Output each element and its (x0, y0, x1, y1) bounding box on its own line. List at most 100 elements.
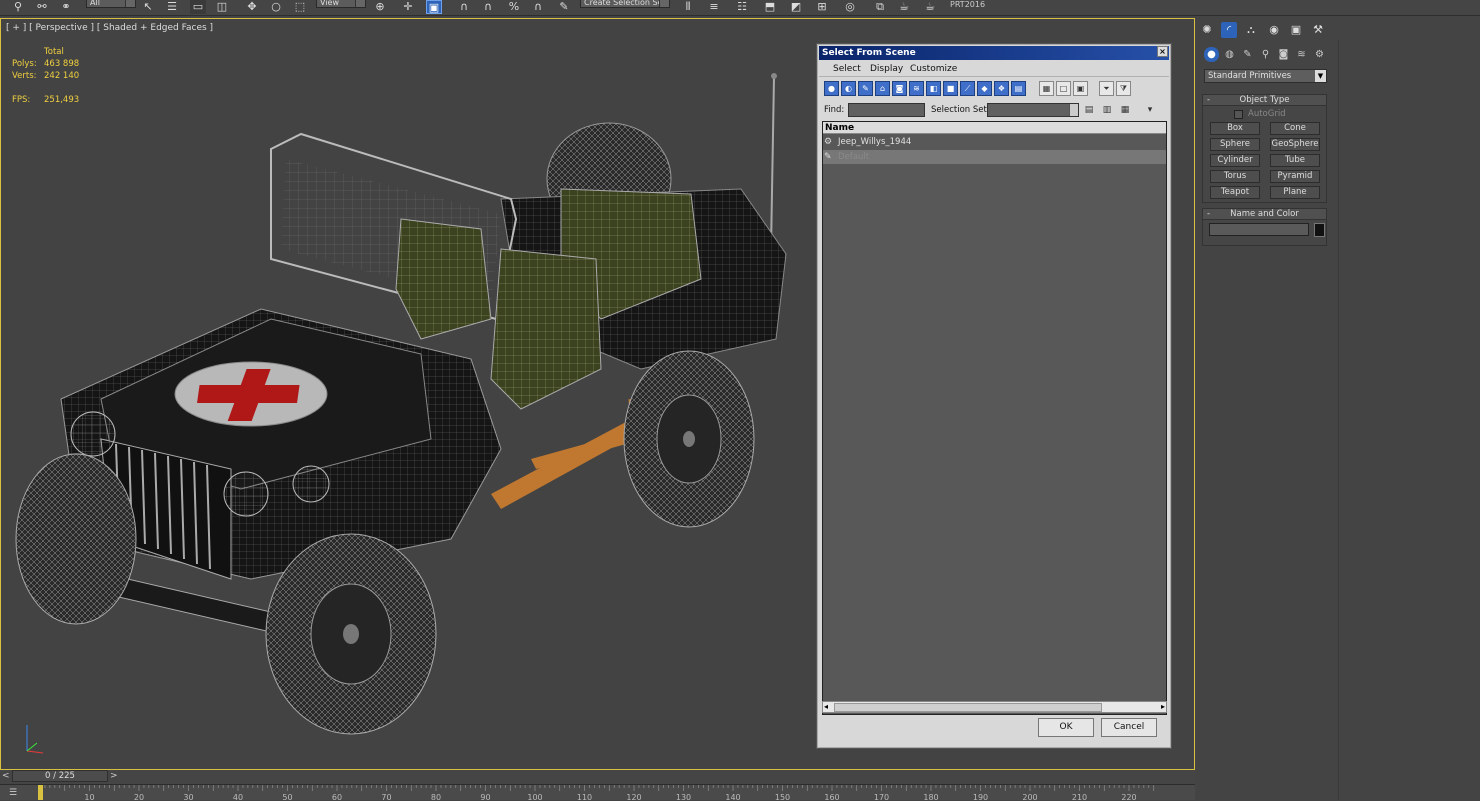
autogrid-checkbox[interactable] (1234, 110, 1243, 119)
bind-spacewarp-icon[interactable]: ⚭ (58, 0, 74, 14)
utilities-tab-icon[interactable]: ⚒ (1310, 22, 1326, 38)
select-invert-icon[interactable]: ▣ (1073, 81, 1088, 96)
filter-cameras-icon[interactable]: ⌂ (875, 81, 890, 96)
object-color-swatch[interactable] (1314, 223, 1325, 237)
remove-from-set-icon[interactable]: ▦ (1118, 103, 1132, 117)
sphere-button[interactable]: Sphere (1210, 138, 1260, 151)
next-frame-button[interactable]: > (110, 770, 120, 782)
primitives-dropdown[interactable]: Standard Primitives (1204, 69, 1327, 83)
curve-editor-icon[interactable]: ◩ (788, 0, 804, 14)
scroll-right-icon[interactable]: ▸ (1161, 702, 1165, 711)
pivot-center-icon[interactable]: ⊕ (372, 0, 388, 14)
add-to-set-icon[interactable]: ▥ (1100, 103, 1114, 117)
filter-spacewarps-icon[interactable]: ≋ (909, 81, 924, 96)
list-item[interactable]: ✎ Default (823, 150, 1166, 164)
perspective-viewport[interactable]: [ + ] [ Perspective ] [ Shaded + Edged F… (0, 18, 1195, 770)
filter-options-icon[interactable]: ⧩ (1116, 81, 1131, 96)
edit-named-selection-icon[interactable]: ✎ (556, 0, 572, 14)
name-and-color-header[interactable]: - Name and Color (1203, 209, 1326, 220)
display-tab-icon[interactable]: ▣ (1288, 22, 1304, 38)
render-setup-icon[interactable]: ⧉ (872, 0, 888, 14)
window-crossing-icon[interactable]: ◫ (214, 0, 230, 14)
render-production-icon[interactable]: ☕ (922, 0, 938, 14)
menu-customize[interactable]: Customize (910, 63, 957, 75)
scene-object-list[interactable]: Name ⚙ Jeep_Willys_1944 ✎ Default (822, 121, 1167, 715)
more-options-icon[interactable]: ▾ (1143, 103, 1157, 117)
scroll-thumb[interactable] (834, 703, 1102, 712)
filter-shapes-icon[interactable]: ◐ (841, 81, 856, 96)
filter-bones-icon[interactable]: ⟋ (960, 81, 975, 96)
hierarchy-tab-icon[interactable]: ⛬ (1243, 22, 1259, 38)
cameras-category-icon[interactable]: ⚲ (1258, 47, 1273, 62)
horizontal-scrollbar[interactable]: ◂ ▸ (822, 701, 1167, 713)
filter-groups-icon[interactable]: ◧ (926, 81, 941, 96)
scroll-left-icon[interactable]: ◂ (824, 702, 828, 711)
manipulate-icon[interactable]: ✛ (400, 0, 416, 14)
filter-containers-icon[interactable]: ◆ (977, 81, 992, 96)
layer-manager-icon[interactable]: ☷ (734, 0, 750, 14)
spacewarps-category-icon[interactable]: ≋ (1294, 47, 1309, 62)
create-set-icon[interactable]: ▤ (1082, 103, 1096, 117)
filter-lights-icon[interactable]: ✎ (858, 81, 873, 96)
reference-coordinate-combo[interactable]: View (316, 0, 366, 8)
box-button[interactable]: Box (1210, 122, 1260, 135)
menu-select[interactable]: Select (833, 63, 861, 75)
find-input[interactable] (848, 103, 925, 117)
plugin-label[interactable]: PRT2016 (950, 0, 985, 10)
select-none-icon[interactable]: □ (1056, 81, 1071, 96)
systems-category-icon[interactable]: ⚙ (1312, 47, 1327, 62)
filter-frozen-icon[interactable]: ❖ (994, 81, 1009, 96)
time-slider[interactable]: 0 / 225 (12, 770, 108, 782)
teapot-button[interactable]: Teapot (1210, 186, 1260, 199)
name-column-header[interactable]: Name (823, 122, 1166, 134)
align-icon[interactable]: ≡ (706, 0, 722, 14)
snap-toggle-icon[interactable]: ∩ (456, 0, 472, 14)
cancel-button[interactable]: Cancel (1101, 718, 1157, 737)
cone-button[interactable]: Cone (1270, 122, 1320, 135)
named-selection-combo[interactable]: Create Selection Se (580, 0, 670, 8)
material-editor-icon[interactable]: ◎ (842, 0, 858, 14)
rotate-icon[interactable]: ○ (268, 0, 284, 14)
filter-hidden-icon[interactable]: ▤ (1011, 81, 1026, 96)
move-icon[interactable]: ✥ (244, 0, 260, 14)
filter-geometry-icon[interactable]: ● (824, 81, 839, 96)
spinner-snap-icon[interactable]: ∩ (530, 0, 546, 14)
list-item[interactable]: ⚙ Jeep_Willys_1944 (823, 135, 1166, 149)
filter-funnel-icon[interactable]: ⏷ (1099, 81, 1114, 96)
create-tab-icon[interactable]: ✺ (1199, 22, 1215, 38)
filter-helpers-icon[interactable]: ◙ (892, 81, 907, 96)
torus-button[interactable]: Torus (1210, 170, 1260, 183)
geosphere-button[interactable]: GeoSphere (1270, 138, 1320, 151)
select-all-icon[interactable]: ▦ (1039, 81, 1054, 96)
scale-icon[interactable]: ⬚ (292, 0, 308, 14)
viewport-label[interactable]: [ + ] [ Perspective ] [ Shaded + Edged F… (6, 23, 213, 33)
trackbar-menu-icon[interactable]: ☰ (4, 786, 22, 800)
rect-selection-icon[interactable]: ▭ (190, 0, 206, 14)
schematic-view-icon[interactable]: ⊞ (814, 0, 830, 14)
link-icon[interactable]: ⚲ (10, 0, 26, 14)
previous-frame-button[interactable]: < (2, 770, 12, 782)
pyramid-button[interactable]: Pyramid (1270, 170, 1320, 183)
modify-tab-icon[interactable]: ◜ (1221, 22, 1237, 38)
angle-snap-icon[interactable]: ∩ (480, 0, 496, 14)
graphite-tools-icon[interactable]: ⬒ (762, 0, 778, 14)
select-by-name-icon[interactable]: ☰ (164, 0, 180, 14)
percent-snap-icon[interactable]: % (506, 0, 522, 14)
selection-set-combo[interactable] (987, 103, 1079, 117)
lights-category-icon[interactable]: ✎ (1240, 47, 1255, 62)
geometry-category-icon[interactable]: ● (1204, 47, 1219, 62)
filter-xrefs-icon[interactable]: ■ (943, 81, 958, 96)
cylinder-button[interactable]: Cylinder (1210, 154, 1260, 167)
motion-tab-icon[interactable]: ◉ (1266, 22, 1282, 38)
selection-filter-combo[interactable]: All (86, 0, 136, 8)
plane-button[interactable]: Plane (1270, 186, 1320, 199)
object-name-input[interactable] (1209, 223, 1309, 236)
dialog-title[interactable]: Select From Scene (819, 46, 1169, 60)
render-frame-icon[interactable]: ☕ (896, 0, 912, 14)
close-button[interactable]: × (1157, 46, 1168, 57)
tube-button[interactable]: Tube (1270, 154, 1320, 167)
ok-button[interactable]: OK (1038, 718, 1094, 737)
unlink-icon[interactable]: ⚯ (34, 0, 50, 14)
shapes-category-icon[interactable]: ◍ (1222, 47, 1237, 62)
menu-display[interactable]: Display (870, 63, 903, 75)
